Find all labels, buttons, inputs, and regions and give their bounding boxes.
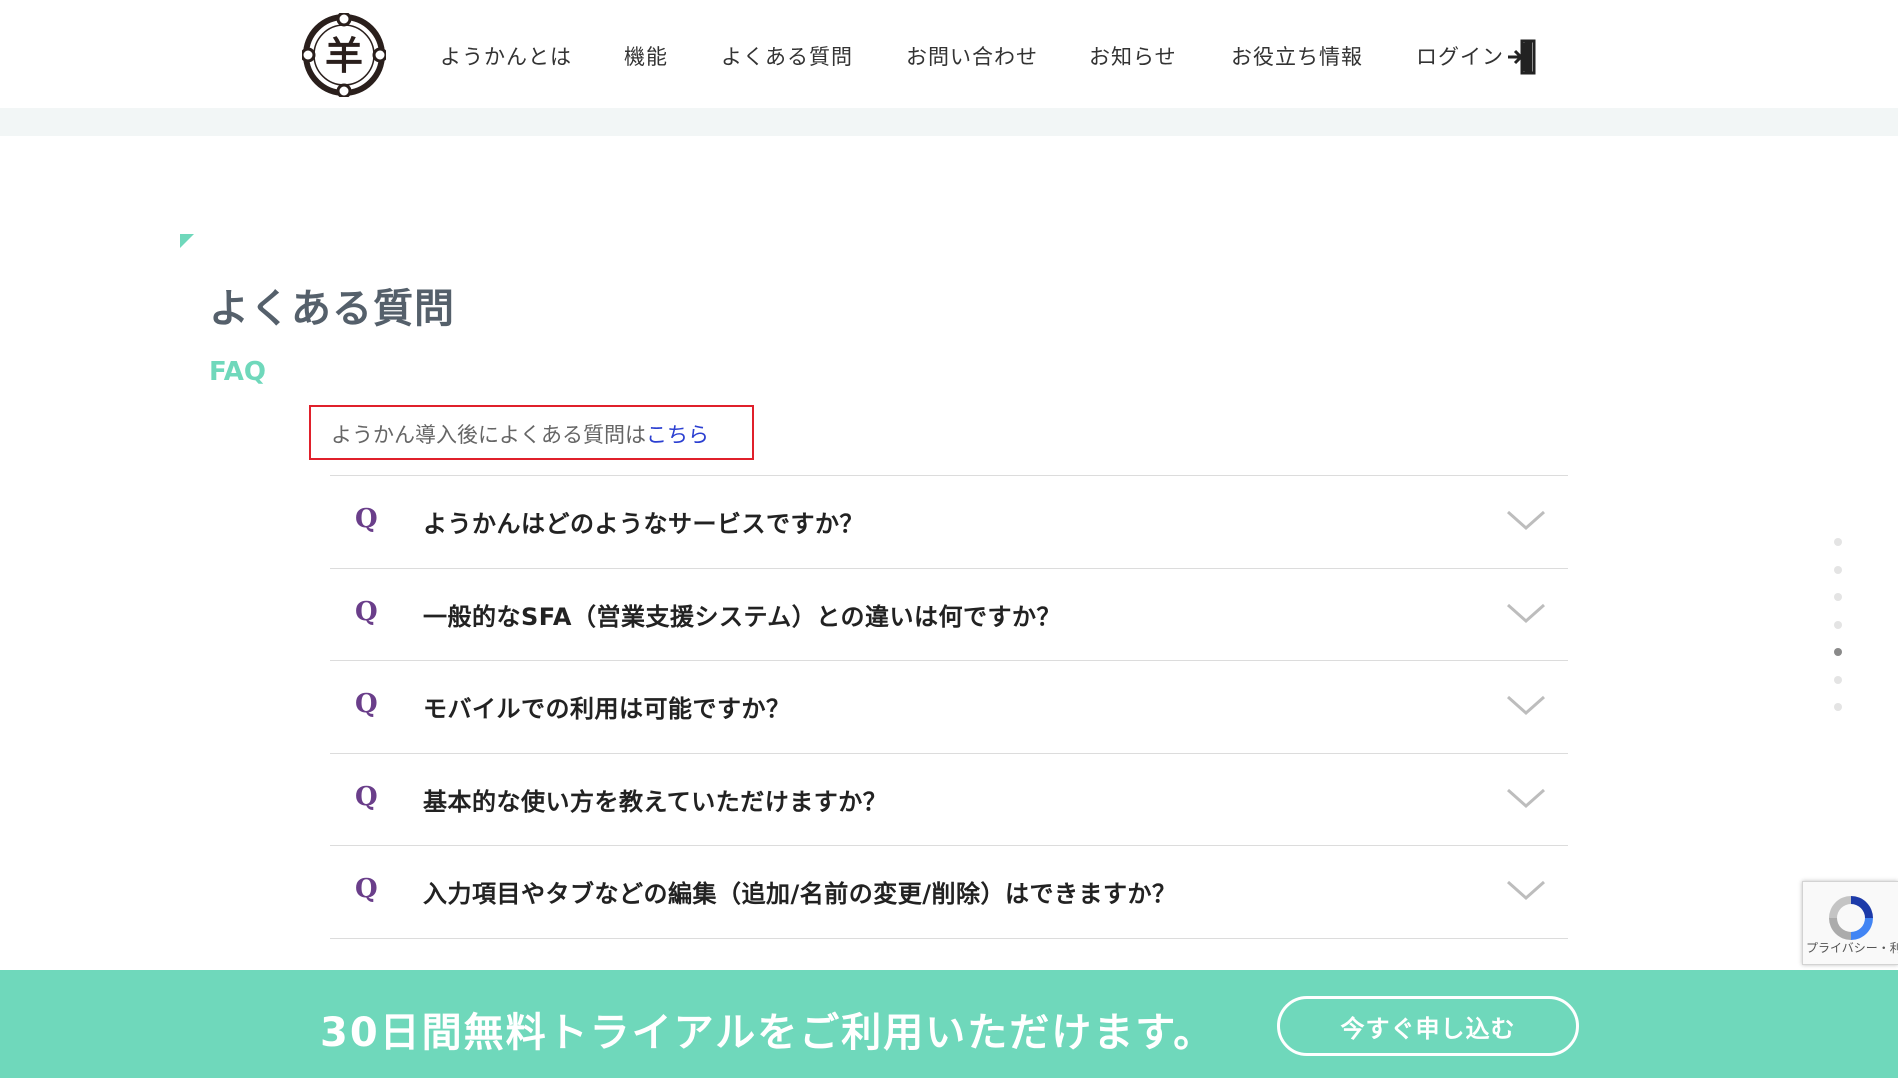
corner-mark-icon: [180, 234, 194, 248]
section-dot[interactable]: [1834, 648, 1842, 656]
site-header: 羊 ようかんとは 機能 よくある質問 お問い合わせ お知らせ お役立ち情報 ログ…: [0, 0, 1898, 108]
chevron-down-icon[interactable]: [1506, 693, 1546, 717]
section-dot[interactable]: [1834, 565, 1842, 574]
chevron-down-icon[interactable]: [1506, 601, 1546, 625]
nav-item-features[interactable]: 機能: [624, 41, 668, 71]
post-adoption-faq-notice: ようかん導入後によくある質問はこちら: [309, 405, 754, 460]
section-dot[interactable]: [1834, 620, 1842, 629]
faq-question: 入力項目やタブなどの編集（追加/名前の変更/削除）はできますか？: [423, 880, 1177, 908]
nav-item-tips[interactable]: お役立ち情報: [1231, 41, 1363, 71]
section-dot[interactable]: [1834, 538, 1842, 546]
notice-link[interactable]: こちら: [646, 423, 709, 447]
nav-item-login[interactable]: ログイン: [1416, 41, 1504, 71]
faq-q-marker: Q: [355, 874, 378, 904]
section-dot[interactable]: [1834, 675, 1842, 684]
recaptcha-text[interactable]: プライバシー・利用規約: [1806, 942, 1898, 954]
faq-q-marker: Q: [355, 504, 378, 534]
faq-q-marker: Q: [355, 689, 378, 719]
notice-text: ようかん導入後によくある質問は: [331, 423, 646, 447]
page-title: よくある質問: [209, 286, 455, 332]
cta-text: 30日間無料トライアルをご利用いただけます。: [320, 1010, 1216, 1056]
faq-question: ようかんはどのようなサービスですか？: [423, 510, 864, 538]
chevron-down-icon[interactable]: [1506, 786, 1546, 810]
apply-now-button[interactable]: 今すぐ申し込む: [1277, 996, 1579, 1056]
faq-question: モバイルでの利用は可能ですか？: [423, 695, 791, 723]
section-dot[interactable]: [1834, 593, 1842, 601]
nav-item-faq[interactable]: よくある質問: [721, 41, 853, 71]
page-subtitle: FAQ: [209, 357, 267, 387]
recaptcha-badge[interactable]: プライバシー・利用規約: [1802, 881, 1898, 965]
nav-item-news[interactable]: お知らせ: [1089, 41, 1177, 71]
nav-item-about[interactable]: ようかんとは: [440, 41, 572, 71]
faq-question: 基本的な使い方を教えていただけますか？: [423, 787, 888, 816]
faq-item[interactable]: Q ようかんはどのようなサービスですか？: [330, 476, 1568, 569]
login-icon[interactable]: [1506, 38, 1538, 76]
faq-item[interactable]: Q モバイルでの利用は可能ですか？: [330, 661, 1568, 754]
chevron-down-icon[interactable]: [1506, 508, 1546, 532]
faq-q-marker: Q: [355, 596, 378, 627]
section-indicator: [1834, 538, 1844, 718]
faq-item[interactable]: Q 一般的なSFA（営業支援システム）との違いは何ですか？: [330, 569, 1568, 661]
recaptcha-icon: [1829, 896, 1873, 940]
faq-item[interactable]: Q 入力項目やタブなどの編集（追加/名前の変更/削除）はできますか？: [330, 846, 1568, 939]
main-nav: ようかんとは 機能 よくある質問 お問い合わせ お知らせ お役立ち情報 ログイン: [0, 0, 1898, 108]
header-divider-band: [0, 108, 1898, 136]
faq-question: 一般的なSFA（営業支援システム）との違いは何ですか？: [423, 602, 1062, 631]
chevron-down-icon[interactable]: [1506, 878, 1546, 902]
section-dot[interactable]: [1834, 703, 1842, 711]
faq-item[interactable]: Q 基本的な使い方を教えていただけますか？: [330, 754, 1568, 846]
nav-item-contact[interactable]: お問い合わせ: [906, 41, 1038, 71]
faq-q-marker: Q: [355, 781, 378, 812]
cta-banner: 30日間無料トライアルをご利用いただけます。 今すぐ申し込む: [0, 970, 1898, 1078]
faq-list: Q ようかんはどのようなサービスですか？ Q 一般的なSFA（営業支援システム）…: [330, 475, 1568, 939]
